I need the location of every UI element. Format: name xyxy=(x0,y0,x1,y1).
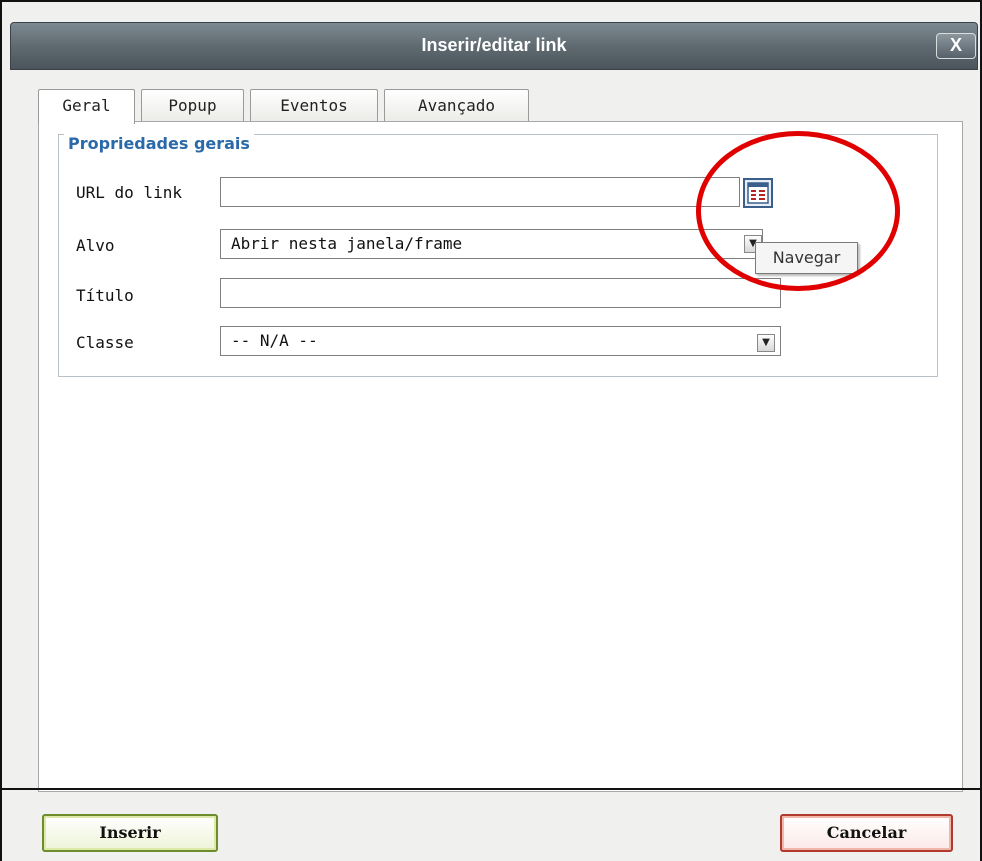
title-label: Título xyxy=(76,286,134,305)
title-input[interactable] xyxy=(220,278,781,308)
class-dropdown-arrow-icon[interactable]: ▼ xyxy=(757,334,775,352)
url-input[interactable] xyxy=(220,177,740,207)
insert-button[interactable]: Inserir xyxy=(42,814,218,852)
close-button[interactable]: X xyxy=(936,33,976,59)
target-select[interactable]: Abrir nesta janela/frame xyxy=(220,229,763,259)
class-label: Classe xyxy=(76,333,134,352)
tab-geral[interactable]: Geral xyxy=(38,89,135,124)
footer-divider xyxy=(2,788,982,790)
dialog-title: Inserir/editar link xyxy=(421,35,567,55)
tab-eventos[interactable]: Eventos xyxy=(250,89,378,122)
url-label: URL do link xyxy=(76,183,182,202)
dialog-titlebar[interactable]: Inserir/editar link X xyxy=(10,22,978,70)
class-select[interactable]: -- N/A -- xyxy=(220,326,781,356)
link-dialog: Inserir/editar link X Geral Popup Evento… xyxy=(0,0,982,861)
tab-popup[interactable]: Popup xyxy=(141,89,244,122)
cancel-button[interactable]: Cancelar xyxy=(780,814,953,852)
target-label: Alvo xyxy=(76,236,115,255)
fieldset-legend: Propriedades gerais xyxy=(64,134,254,153)
annotation-circle xyxy=(696,131,900,291)
tab-avancado[interactable]: Avançado xyxy=(384,89,529,122)
